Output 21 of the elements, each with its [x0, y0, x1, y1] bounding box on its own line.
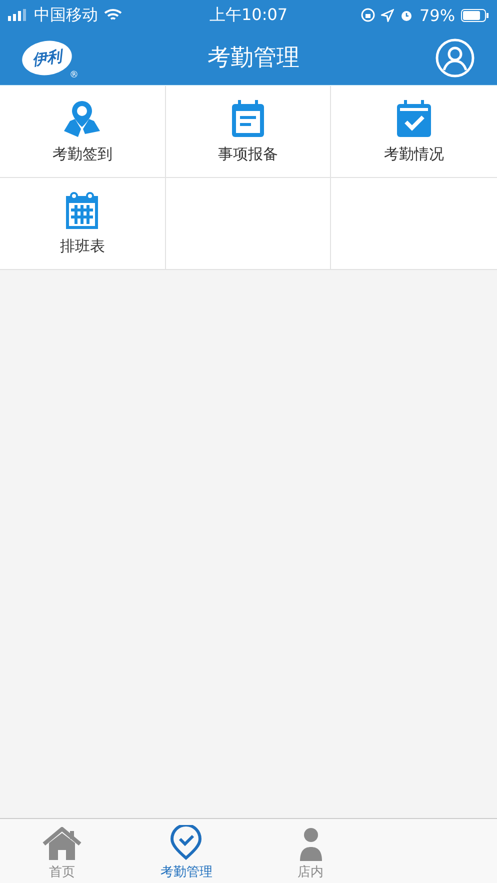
person-icon — [300, 825, 322, 861]
menu-tile[interactable]: 考勤签到 — [0, 86, 166, 178]
logo-text: 伊利 — [30, 46, 64, 69]
map-pin-icon — [62, 99, 102, 139]
battery-percent: 79% — [419, 6, 456, 24]
rotation-lock-icon — [361, 8, 376, 22]
menu-tile[interactable]: 排班表 — [0, 178, 166, 270]
page-title: 考勤管理 — [208, 44, 300, 73]
location-arrow-icon — [381, 8, 394, 22]
alarm-icon — [400, 8, 414, 22]
wifi-icon — [104, 8, 122, 22]
home-icon — [42, 827, 82, 861]
menu-tile[interactable]: 事项报备 — [166, 86, 332, 178]
battery-icon — [461, 8, 490, 22]
carrier-name: 中国移动 — [34, 4, 98, 26]
signal-icon — [8, 9, 28, 21]
user-profile-icon[interactable] — [435, 38, 475, 78]
clock-time: 上午10:07 — [209, 4, 288, 26]
check-pin-icon — [169, 825, 204, 861]
registered-mark: ® — [69, 69, 80, 80]
tab-item[interactable]: 考勤管理 — [124, 819, 248, 883]
